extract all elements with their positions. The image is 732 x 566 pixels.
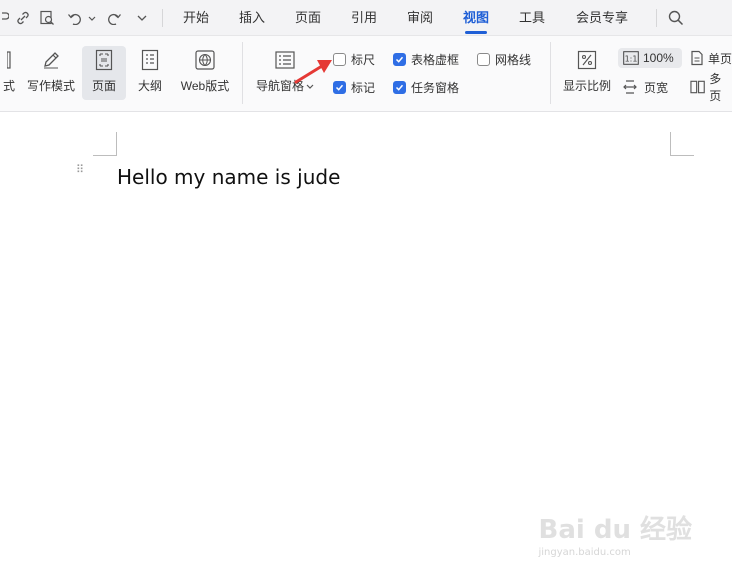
multi-page-icon [690, 80, 705, 94]
document-page[interactable] [0, 112, 732, 566]
zoom-label: 显示比例 [562, 79, 611, 93]
outline-button[interactable]: 大纲 [130, 46, 170, 100]
ruler-label: 标尺 [351, 52, 376, 67]
writing-mode-button[interactable]: 写作模式 [24, 46, 78, 100]
undo-button[interactable] [66, 8, 98, 28]
watermark: Bai du 经验 jingyan.baidu.com [538, 509, 693, 558]
tab-review[interactable]: 审阅 [400, 0, 440, 36]
zoom-button[interactable]: 显示比例 [560, 46, 614, 100]
zoom-100-label: 100% [643, 51, 674, 65]
single-page-icon [691, 50, 703, 66]
margin-corner-top-right [670, 132, 694, 156]
watermark-brand: Bai du 经验 [538, 515, 693, 545]
margin-corner-top-left [93, 132, 117, 156]
web-layout-label: Web版式 [180, 79, 230, 93]
document-paragraph[interactable]: Hello my name is jude [117, 165, 340, 189]
page-view-button[interactable]: 页面 [82, 46, 126, 100]
multi-page-label: 多页 [709, 72, 722, 103]
ruler-checkbox[interactable]: 标尺 [333, 51, 375, 67]
divider [162, 9, 163, 27]
ribbon-partial-label: 式 [2, 79, 15, 93]
page-width-button[interactable]: 页宽 [622, 77, 682, 97]
divider [656, 9, 657, 27]
search-icon[interactable] [666, 8, 686, 28]
one-to-one-icon: 1:1 [623, 51, 639, 65]
page-view-icon [93, 49, 115, 71]
zoom-100-button[interactable]: 1:1 100% [618, 48, 682, 68]
print-preview-icon[interactable] [38, 8, 56, 28]
page-width-label: 页宽 [644, 80, 669, 95]
page-width-icon [623, 80, 637, 94]
page-view-label: 页面 [91, 79, 116, 93]
tab-insert[interactable]: 插入 [232, 0, 272, 36]
redo-icon[interactable] [106, 8, 124, 28]
tab-start[interactable]: 开始 [176, 0, 216, 36]
task-pane-checkbox[interactable]: 任务窗格 [393, 79, 459, 95]
single-page-label: 单页 [708, 51, 732, 66]
link-icon[interactable] [14, 8, 32, 28]
drag-handle-icon[interactable]: ⠿ [76, 165, 85, 176]
task-pane-checkbox-box[interactable] [393, 80, 406, 94]
gridlines-checkbox[interactable]: 网格线 [477, 51, 531, 67]
pen-icon [40, 49, 62, 71]
chevron-down-icon[interactable] [134, 8, 150, 28]
ribbon-divider [242, 42, 243, 104]
menu-tab-bar: 开始 插入 页面 引用 审阅 视图 工具 会员专享 [0, 0, 732, 36]
gridlines-checkbox-box[interactable] [477, 52, 490, 66]
ribbon-divider [550, 42, 551, 104]
ribbon-partial-button[interactable]: 式 [0, 46, 18, 100]
tab-member[interactable]: 会员专享 [568, 0, 636, 36]
globe-icon [194, 49, 216, 71]
marks-checkbox[interactable]: 标记 [333, 79, 375, 95]
marks-label: 标记 [351, 80, 376, 95]
tab-view[interactable]: 视图 [456, 0, 496, 36]
task-pane-label: 任务窗格 [411, 80, 460, 95]
annotation-arrow-icon [294, 60, 332, 84]
watermark-url: jingyan.baidu.com [538, 547, 631, 558]
table-grid-checkbox-box[interactable] [393, 52, 406, 66]
table-grid-label: 表格虚框 [411, 52, 460, 67]
tab-page[interactable]: 页面 [288, 0, 328, 36]
gridlines-label: 网格线 [495, 52, 532, 67]
outline-icon [139, 49, 161, 71]
single-page-button[interactable]: 单页 [690, 48, 732, 68]
table-grid-checkbox[interactable]: 表格虚框 [393, 51, 459, 67]
tab-tools[interactable]: 工具 [512, 0, 552, 36]
tab-references[interactable]: 引用 [344, 0, 384, 36]
print-icon[interactable] [0, 8, 10, 28]
web-layout-button[interactable]: Web版式 [176, 46, 234, 100]
layout-icon [0, 49, 20, 71]
zoom-percent-icon [576, 49, 598, 71]
svg-text:1:1: 1:1 [625, 55, 638, 64]
writing-mode-label: 写作模式 [26, 79, 75, 93]
outline-label: 大纲 [137, 79, 162, 93]
multi-page-button[interactable]: 多页 [690, 72, 732, 103]
